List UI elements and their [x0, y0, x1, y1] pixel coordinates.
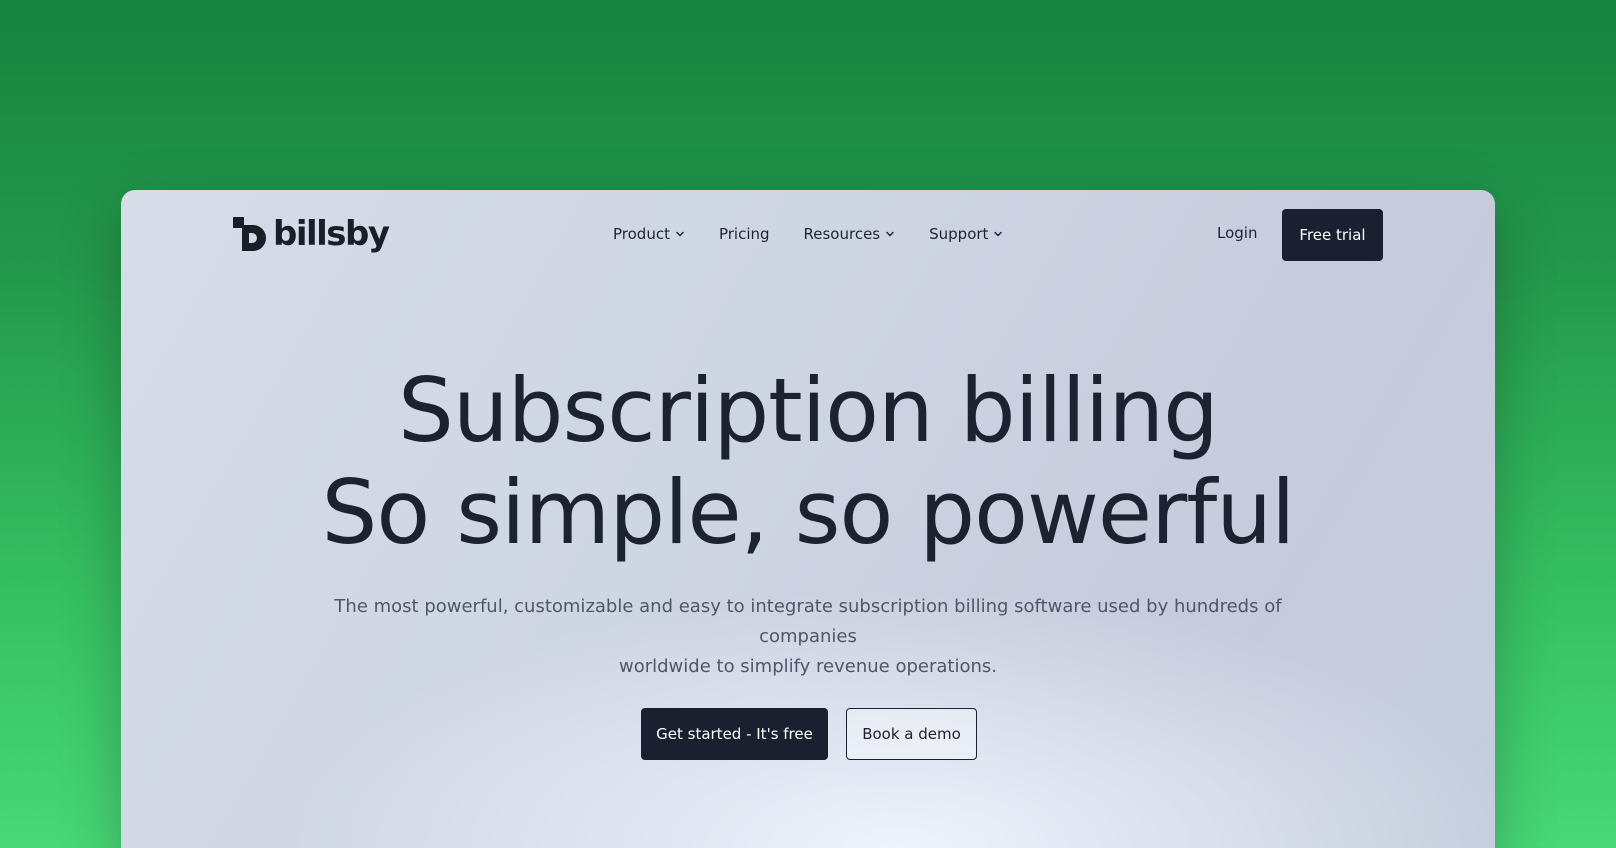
chevron-down-icon: [994, 231, 1003, 237]
nav-item-resources[interactable]: Resources: [804, 225, 896, 243]
nav-item-label: Pricing: [718, 225, 770, 243]
brand-logo[interactable]: billsby: [233, 214, 390, 254]
subtext-line-1: The most powerful, customizable and easy…: [334, 596, 1282, 647]
book-demo-button[interactable]: Book a demo: [846, 708, 977, 760]
headline-line-1: Subscription billing: [397, 359, 1219, 462]
login-link[interactable]: Login: [1217, 224, 1257, 242]
nav-item-product[interactable]: Product: [613, 225, 685, 243]
main-nav: Product Pricing Resources Support: [613, 222, 1037, 246]
headline-line-2: So simple, so powerful: [321, 461, 1296, 564]
brand-name: billsby: [273, 214, 390, 254]
hero-card: billsby Product Pricing Resources Suppor…: [121, 190, 1495, 848]
nav-item-support[interactable]: Support: [929, 225, 1003, 243]
free-trial-button[interactable]: Free trial: [1282, 209, 1383, 261]
nav-item-label: Support: [929, 225, 989, 243]
get-started-button[interactable]: Get started - It's free: [641, 708, 828, 760]
nav-item-label: Resources: [803, 225, 881, 243]
chevron-down-icon: [676, 231, 684, 237]
chevron-down-icon: [886, 231, 894, 237]
page-title: Subscription billing So simple, so power…: [121, 360, 1495, 564]
billsby-logo-icon: [233, 217, 267, 251]
subtext-line-2: worldwide to simplify revenue operations…: [619, 656, 997, 677]
hero-subtext: The most powerful, customizable and easy…: [293, 592, 1323, 682]
nav-item-pricing[interactable]: Pricing: [719, 225, 770, 243]
nav-item-label: Product: [613, 225, 670, 243]
